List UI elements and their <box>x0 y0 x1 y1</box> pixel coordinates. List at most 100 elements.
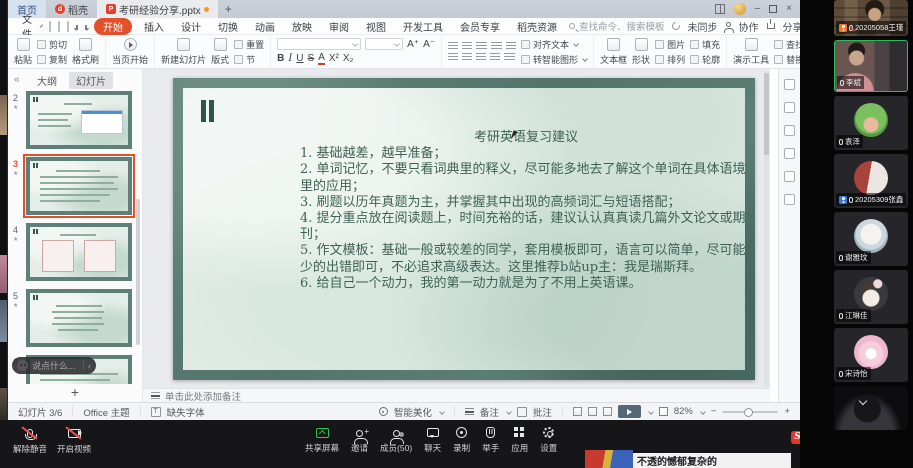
apps-button[interactable]: 应用 <box>511 426 528 454</box>
participant-tile[interactable]: 宋诗怡 <box>834 328 908 382</box>
chat-button[interactable]: 聊天 <box>424 426 441 454</box>
tab-start[interactable]: 开始 <box>94 17 132 35</box>
cut-button[interactable]: 剪切 <box>37 38 67 51</box>
font-color-button[interactable]: A <box>318 52 325 65</box>
properties-icon[interactable] <box>784 79 795 90</box>
print-preview-icon[interactable] <box>67 20 69 32</box>
participant-tile[interactable]: 袁泽 <box>834 96 908 150</box>
normal-view-icon[interactable] <box>572 407 582 416</box>
animation-pane-icon[interactable] <box>784 102 795 113</box>
invite-button[interactable]: 邀请 <box>351 426 369 454</box>
zoom-in-button[interactable]: + <box>784 406 790 417</box>
tab-docer[interactable]: d 稻壳 <box>46 0 97 18</box>
line-spacing-icon[interactable] <box>506 41 517 51</box>
selection-pane-icon[interactable] <box>784 171 795 182</box>
account-avatar[interactable] <box>733 3 746 15</box>
presentation-tools-button[interactable]: 演示工具 <box>733 37 769 66</box>
tab-animation[interactable]: 动画 <box>250 18 280 35</box>
comment-toggle[interactable]: 批注 <box>533 405 552 419</box>
zoom-out-button[interactable]: − <box>711 406 717 417</box>
fill-button[interactable]: 填充 <box>690 38 720 51</box>
reset-button[interactable]: 重置 <box>234 38 264 51</box>
numbered-list-icon[interactable] <box>462 41 473 51</box>
unmute-button[interactable]: 解除静音 <box>8 426 52 455</box>
sync-status[interactable]: 未同步 <box>688 19 718 34</box>
italic-button[interactable]: I <box>288 53 292 64</box>
new-slide-button[interactable]: 新建幻灯片 <box>161 37 206 66</box>
smart-graphic-button[interactable]: 转智能图形 <box>521 53 588 66</box>
sorter-view-icon[interactable] <box>587 407 597 416</box>
canvas-scrollbar[interactable] <box>764 71 769 386</box>
align-right-icon[interactable] <box>476 52 487 62</box>
raise-hand-button[interactable]: 举手 <box>482 426 499 454</box>
danmaku-chat-overlay[interactable]: 说点什么... ‹ <box>12 357 96 374</box>
theme-name[interactable]: Office 主题 <box>83 405 129 419</box>
font-size-select[interactable] <box>365 38 404 50</box>
slide-paper[interactable]: 考研英语复习建议 1. 基础越差，越早准备； 2. 单词记忆，不要只看词典里的释… <box>183 88 746 370</box>
record-button[interactable]: 录制 <box>453 426 470 454</box>
find-button[interactable]: 查找 <box>774 38 800 51</box>
help-pane-icon[interactable] <box>784 194 795 205</box>
minimize-button[interactable]: – <box>755 4 761 14</box>
increase-indent-icon[interactable] <box>491 41 503 51</box>
slide-thumbnail-3-selected[interactable]: 3 ★ <box>8 154 142 218</box>
missing-font-label[interactable]: 缺失字体 <box>167 405 205 419</box>
participant-tile[interactable]: 20205309张鑫 <box>834 154 908 208</box>
justify-icon[interactable] <box>490 52 501 62</box>
tab-slideshow[interactable]: 放映 <box>287 18 317 35</box>
close-button[interactable]: × <box>786 4 792 14</box>
zoom-level[interactable]: 82% <box>674 406 693 417</box>
redo-icon[interactable] <box>85 25 87 30</box>
tab-view[interactable]: 视图 <box>361 18 391 35</box>
fit-window-icon[interactable] <box>658 407 668 416</box>
shape-button[interactable]: 形状 <box>632 37 650 66</box>
start-video-button[interactable]: 开启视频 <box>52 426 96 455</box>
replace-button[interactable]: 替换 <box>774 53 800 66</box>
tab-design[interactable]: 设计 <box>176 18 206 35</box>
bold-button[interactable]: B <box>277 53 284 64</box>
align-center-icon[interactable] <box>462 52 473 62</box>
superscript-button[interactable]: X² <box>329 53 339 64</box>
slide-thumbnail-5[interactable]: 5 ★ <box>8 289 142 347</box>
print-icon[interactable] <box>58 20 60 32</box>
tab-docer-res[interactable]: 稻壳资源 <box>512 18 562 35</box>
workspace-grid-icon[interactable] <box>714 4 725 14</box>
outline-button[interactable]: 轮廓 <box>690 53 720 66</box>
undo-icon[interactable] <box>74 25 78 31</box>
panel-scrollbar[interactable] <box>136 199 140 345</box>
participant-tile[interactable]: 谢雅玟 <box>834 212 908 266</box>
tab-document[interactable]: P 考研经验分享.pptx <box>97 0 218 18</box>
align-left-icon[interactable] <box>448 52 459 62</box>
textbox-button[interactable]: 文本框 <box>600 37 627 66</box>
notes-bar[interactable]: 单击此处添加备注 <box>143 388 770 403</box>
decrease-indent-icon[interactable] <box>476 41 488 51</box>
format-painter-button[interactable]: 格式刷 <box>72 37 99 66</box>
tab-review[interactable]: 审阅 <box>324 18 354 35</box>
tab-insert[interactable]: 插入 <box>139 18 169 35</box>
members-button[interactable]: 成员(50) <box>380 426 412 454</box>
collaborate-button[interactable]: 协作 <box>739 19 759 34</box>
participant-tile[interactable] <box>834 386 908 430</box>
slide-text-block[interactable]: 考研英语复习建议 1. 基础越差，越早准备； 2. 单词记忆，不要只看词典里的释… <box>300 130 752 292</box>
decrease-font-button[interactable]: A⁻ <box>423 39 435 50</box>
strikethrough-button[interactable]: S <box>308 53 315 64</box>
reading-view-icon[interactable] <box>602 407 612 416</box>
underline-button[interactable]: U <box>296 53 303 64</box>
layout-button[interactable]: 版式 <box>211 37 229 66</box>
copy-button[interactable]: 复制 <box>37 53 67 66</box>
zoom-slider[interactable] <box>722 407 779 417</box>
add-slide-button[interactable]: + <box>71 384 79 400</box>
smart-beautify-button[interactable]: 智能美化 <box>394 405 432 419</box>
tab-member[interactable]: 会员专享 <box>455 18 505 35</box>
participant-tile-active-speaker[interactable]: 李斌 <box>834 40 908 92</box>
slide-thumbnail-4[interactable]: 4 ★ <box>8 223 142 281</box>
subscript-button[interactable]: X₂ <box>343 53 354 64</box>
notes-toggle[interactable]: 备注 <box>480 405 499 419</box>
paste-button[interactable]: 粘贴 <box>14 37 32 66</box>
align-text-button[interactable]: 对齐文本 <box>521 38 587 51</box>
collapse-chat-icon[interactable]: ‹ <box>88 361 91 371</box>
picture-button[interactable]: 图片 <box>655 38 685 51</box>
font-family-select[interactable] <box>277 38 362 50</box>
slide-thumbnail-2[interactable]: 2 ★ <box>8 91 142 149</box>
tab-devtools[interactable]: 开发工具 <box>398 18 448 35</box>
